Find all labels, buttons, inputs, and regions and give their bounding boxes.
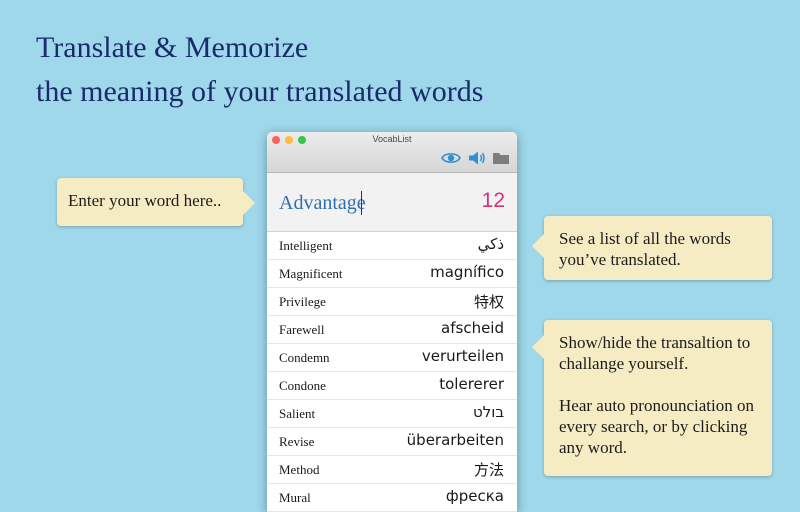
headline-line-1: Translate & Memorize	[36, 31, 309, 64]
title-bar: VocabList	[267, 132, 517, 173]
window-title: VocabList	[372, 134, 412, 144]
word-text: Salient	[279, 406, 316, 421]
word-text: Farewell	[279, 322, 325, 337]
word-row[interactable]: Mural фреска	[267, 484, 517, 512]
eye-icon[interactable]	[441, 150, 461, 166]
search-input[interactable]	[279, 189, 469, 217]
translation-text: tolererer	[439, 375, 504, 393]
callout-toggle-hint-text: Show/hide the transaltion to challange y…	[559, 333, 751, 373]
callout-list-hint: See a list of all the words you’ve trans…	[532, 216, 772, 280]
word-text: Condone	[279, 378, 326, 393]
word-row[interactable]: Magnificent magnífico	[267, 260, 517, 288]
callout-audio-hint-text: Hear auto pronounciation on every search…	[559, 396, 754, 457]
callout-toggle-audio-hint: Show/hide the transaltion to challange y…	[532, 320, 772, 476]
callout-arrow	[532, 234, 544, 258]
translation-text: afscheid	[441, 319, 504, 337]
search-area: 12	[267, 173, 517, 232]
word-row[interactable]: Privilege 特权	[267, 288, 517, 316]
callout-list-hint-text: See a list of all the words you’ve trans…	[559, 229, 731, 269]
word-text: Intelligent	[279, 238, 333, 253]
headline: Translate & Memorize the meaning of your…	[36, 26, 483, 114]
word-text: Condemn	[279, 350, 330, 365]
translation-text: בולט	[472, 403, 504, 421]
word-row[interactable]: Condone tolererer	[267, 372, 517, 400]
word-text: Magnificent	[279, 266, 343, 281]
word-row[interactable]: Revise überarbeiten	[267, 428, 517, 456]
translation-text: 特权	[473, 293, 504, 311]
translation-text: verurteilen	[421, 347, 504, 365]
word-text: Method	[279, 462, 320, 477]
callout-input-hint: Enter your word here..	[57, 178, 255, 226]
word-text: Mural	[279, 490, 311, 505]
callout-toggle-audio-text: Show/hide the transaltion to challange y…	[559, 332, 764, 458]
text-cursor	[361, 191, 362, 215]
translation-text: 方法	[473, 461, 504, 479]
translation-text: magnífico	[430, 263, 504, 281]
word-row[interactable]: Condemn verurteilen	[267, 344, 517, 372]
word-row[interactable]: Method 方法	[267, 456, 517, 484]
word-row[interactable]: Salient בולט	[267, 400, 517, 428]
word-count: 12	[481, 189, 505, 212]
callout-arrow	[243, 191, 255, 215]
folder-icon[interactable]	[492, 150, 510, 166]
word-text: Privilege	[279, 294, 326, 309]
callout-input-hint-text: Enter your word here..	[68, 191, 222, 210]
callout-arrow	[532, 335, 544, 359]
word-row[interactable]: Intelligent ذكي	[267, 232, 517, 260]
translation-text: überarbeiten	[406, 431, 504, 449]
speaker-icon[interactable]	[468, 150, 486, 166]
word-text: Revise	[279, 434, 315, 449]
translation-text: фреска	[445, 487, 504, 505]
word-list: Intelligent ذكي Magnificent magnífico Privil…	[267, 232, 517, 512]
word-row[interactable]: Farewell afscheid	[267, 316, 517, 344]
translation-text: ذكي	[477, 235, 504, 253]
app-window: VocabList 12 Intelligent ذكي Magnificent ma…	[267, 132, 517, 512]
headline-line-2: the meaning of your translated words	[36, 75, 484, 108]
